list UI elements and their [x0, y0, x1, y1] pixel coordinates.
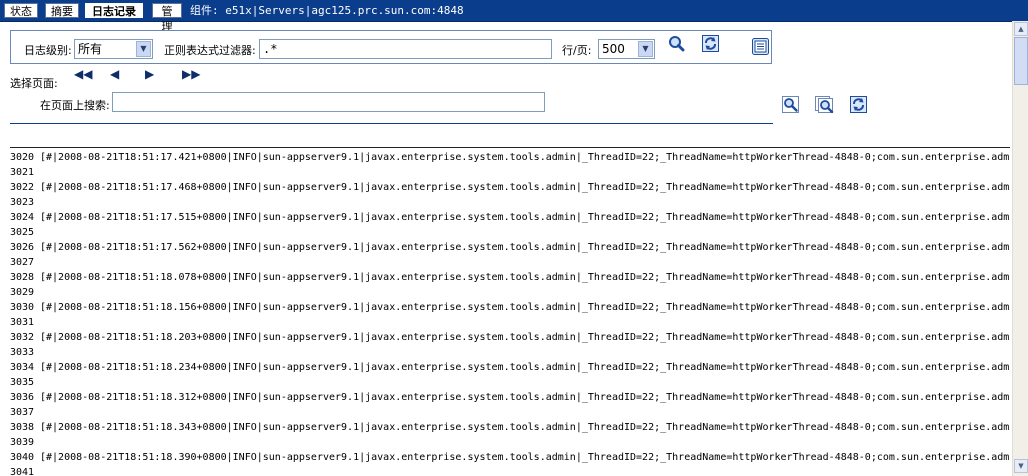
log-line-number: 3031	[10, 317, 35, 328]
log-line-number: 3037	[10, 407, 35, 418]
log-line-number: 3025	[10, 227, 35, 238]
log-line-text: [#|2008-08-21T18:51:17.421+0800|INFO|sun…	[40, 152, 1010, 163]
rows-per-page-select[interactable]: 500 ▼	[598, 39, 655, 59]
scroll-thumb[interactable]	[1014, 37, 1028, 85]
log-line-number: 3020	[10, 152, 35, 163]
refresh-icon[interactable]	[702, 35, 719, 52]
search-page-input[interactable]	[112, 92, 545, 112]
log-line: 3025	[10, 225, 1010, 240]
find-icon[interactable]	[782, 96, 799, 113]
log-line-text: [#|2008-08-21T18:51:17.468+0800|INFO|sun…	[40, 182, 1010, 193]
log-line: 3026 [#|2008-08-21T18:51:17.562+0800|INFO…	[10, 240, 1010, 255]
rows-per-page-value: 500	[602, 42, 625, 56]
log-line-number: 3040	[10, 452, 35, 463]
search-icon[interactable]	[668, 35, 685, 52]
log-line-number: 3028	[10, 272, 35, 283]
log-line: 3029	[10, 285, 1010, 300]
find-next-icon[interactable]	[815, 96, 835, 113]
vertical-scrollbar[interactable]: ▲ ▼	[1012, 21, 1028, 476]
log-line: 3020 [#|2008-08-21T18:51:17.421+0800|INFO…	[10, 150, 1010, 165]
log-line-number: 3041	[10, 467, 35, 476]
log-line-text: [#|2008-08-21T18:51:18.343+0800|INFO|sun…	[40, 422, 1010, 433]
log-line-text: [#|2008-08-21T18:51:18.390+0800|INFO|sun…	[40, 452, 1010, 463]
log-line: 3039	[10, 435, 1010, 450]
reload-icon[interactable]	[850, 96, 867, 113]
first-page-icon[interactable]: ◀◀	[74, 66, 92, 82]
log-line: 3036 [#|2008-08-21T18:51:18.312+0800|INFO…	[10, 390, 1010, 405]
last-page-icon[interactable]: ▶▶	[182, 66, 200, 82]
log-line-text: [#|2008-08-21T18:51:18.203+0800|INFO|sun…	[40, 332, 1010, 343]
log-line: 3037	[10, 405, 1010, 420]
log-level-select[interactable]: 所有 ▼	[74, 39, 153, 59]
log-line: 3031	[10, 315, 1010, 330]
tab-logging[interactable]: 日志记录	[85, 3, 143, 18]
log-line: 3035	[10, 375, 1010, 390]
tab-bar: 状态 摘要 日志记录 管理 组件: e51x|Servers|agc125.pr…	[0, 0, 1028, 33]
chevron-down-icon: ▼	[638, 41, 653, 57]
log-level-value: 所有	[78, 42, 103, 56]
log-line: 3023	[10, 195, 1010, 210]
log-line-number: 3036	[10, 392, 35, 403]
log-line-number: 3032	[10, 332, 35, 343]
scroll-down-icon[interactable]: ▼	[1014, 459, 1028, 473]
log-line: 3021	[10, 165, 1010, 180]
component-path: 组件: e51x|Servers|agc125.prc.sun.com:4848	[190, 4, 464, 17]
search-page-label: 在页面上搜索:	[40, 99, 110, 112]
log-line-number: 3034	[10, 362, 35, 373]
regex-filter-label: 正则表达式过滤器:	[164, 44, 256, 57]
log-line-number: 3039	[10, 437, 35, 448]
log-view: 3020 [#|2008-08-21T18:51:17.421+0800|INFO…	[10, 150, 1010, 476]
log-line: 3022 [#|2008-08-21T18:51:17.468+0800|INFO…	[10, 180, 1010, 195]
log-line-text: [#|2008-08-21T18:51:17.562+0800|INFO|sun…	[40, 242, 1010, 253]
log-line-number: 3022	[10, 182, 35, 193]
log-line: 3041	[10, 465, 1010, 476]
log-line-text: [#|2008-08-21T18:51:17.515+0800|INFO|sun…	[40, 212, 1010, 223]
log-line-number: 3026	[10, 242, 35, 253]
separator-top	[10, 123, 773, 124]
log-line: 3034 [#|2008-08-21T18:51:18.234+0800|INFO…	[10, 360, 1010, 375]
log-line-number: 3035	[10, 377, 35, 388]
log-line-number: 3038	[10, 422, 35, 433]
log-line: 3027	[10, 255, 1010, 270]
log-line-number: 3030	[10, 302, 35, 313]
log-level-label: 日志级别:	[24, 44, 72, 57]
log-line-text: [#|2008-08-21T18:51:18.234+0800|INFO|sun…	[40, 362, 1010, 373]
log-line: 3030 [#|2008-08-21T18:51:18.156+0800|INFO…	[10, 300, 1010, 315]
export-icon[interactable]	[752, 38, 769, 55]
log-line-number: 3029	[10, 287, 35, 298]
log-line-number: 3021	[10, 167, 35, 178]
log-line: 3033	[10, 345, 1010, 360]
log-line-number: 3033	[10, 347, 35, 358]
log-line-number: 3024	[10, 212, 35, 223]
filter-panel: 日志级别: 所有 ▼ 正则表达式过滤器: .* 行/页: 500 ▼	[10, 30, 772, 64]
log-line-number: 3023	[10, 197, 35, 208]
rows-per-page-label: 行/页:	[562, 44, 592, 57]
log-line: 3028 [#|2008-08-21T18:51:18.078+0800|INFO…	[10, 270, 1010, 285]
log-line: 3032 [#|2008-08-21T18:51:18.203+0800|INFO…	[10, 330, 1010, 345]
separator-log	[10, 147, 1010, 148]
log-line-text: [#|2008-08-21T18:51:18.312+0800|INFO|sun…	[40, 392, 1010, 403]
log-line: 3038 [#|2008-08-21T18:51:18.343+0800|INFO…	[10, 420, 1010, 435]
next-page-icon[interactable]: ▶	[145, 66, 154, 82]
log-line: 3024 [#|2008-08-21T18:51:17.515+0800|INFO…	[10, 210, 1010, 225]
select-page-label: 选择页面:	[10, 77, 58, 90]
log-line-text: [#|2008-08-21T18:51:18.078+0800|INFO|sun…	[40, 272, 1010, 283]
log-line-text: [#|2008-08-21T18:51:18.156+0800|INFO|sun…	[40, 302, 1010, 313]
tab-admin[interactable]: 管理	[152, 3, 182, 33]
log-line-number: 3027	[10, 257, 35, 268]
previous-page-icon[interactable]: ◀	[110, 66, 119, 82]
regex-filter-input[interactable]: .*	[259, 39, 552, 59]
tab-summary[interactable]: 摘要	[45, 3, 79, 18]
log-line: 3040 [#|2008-08-21T18:51:18.390+0800|INFO…	[10, 450, 1010, 465]
scroll-up-icon[interactable]: ▲	[1014, 22, 1028, 36]
chevron-down-icon: ▼	[136, 41, 151, 57]
tab-status[interactable]: 状态	[4, 3, 38, 18]
